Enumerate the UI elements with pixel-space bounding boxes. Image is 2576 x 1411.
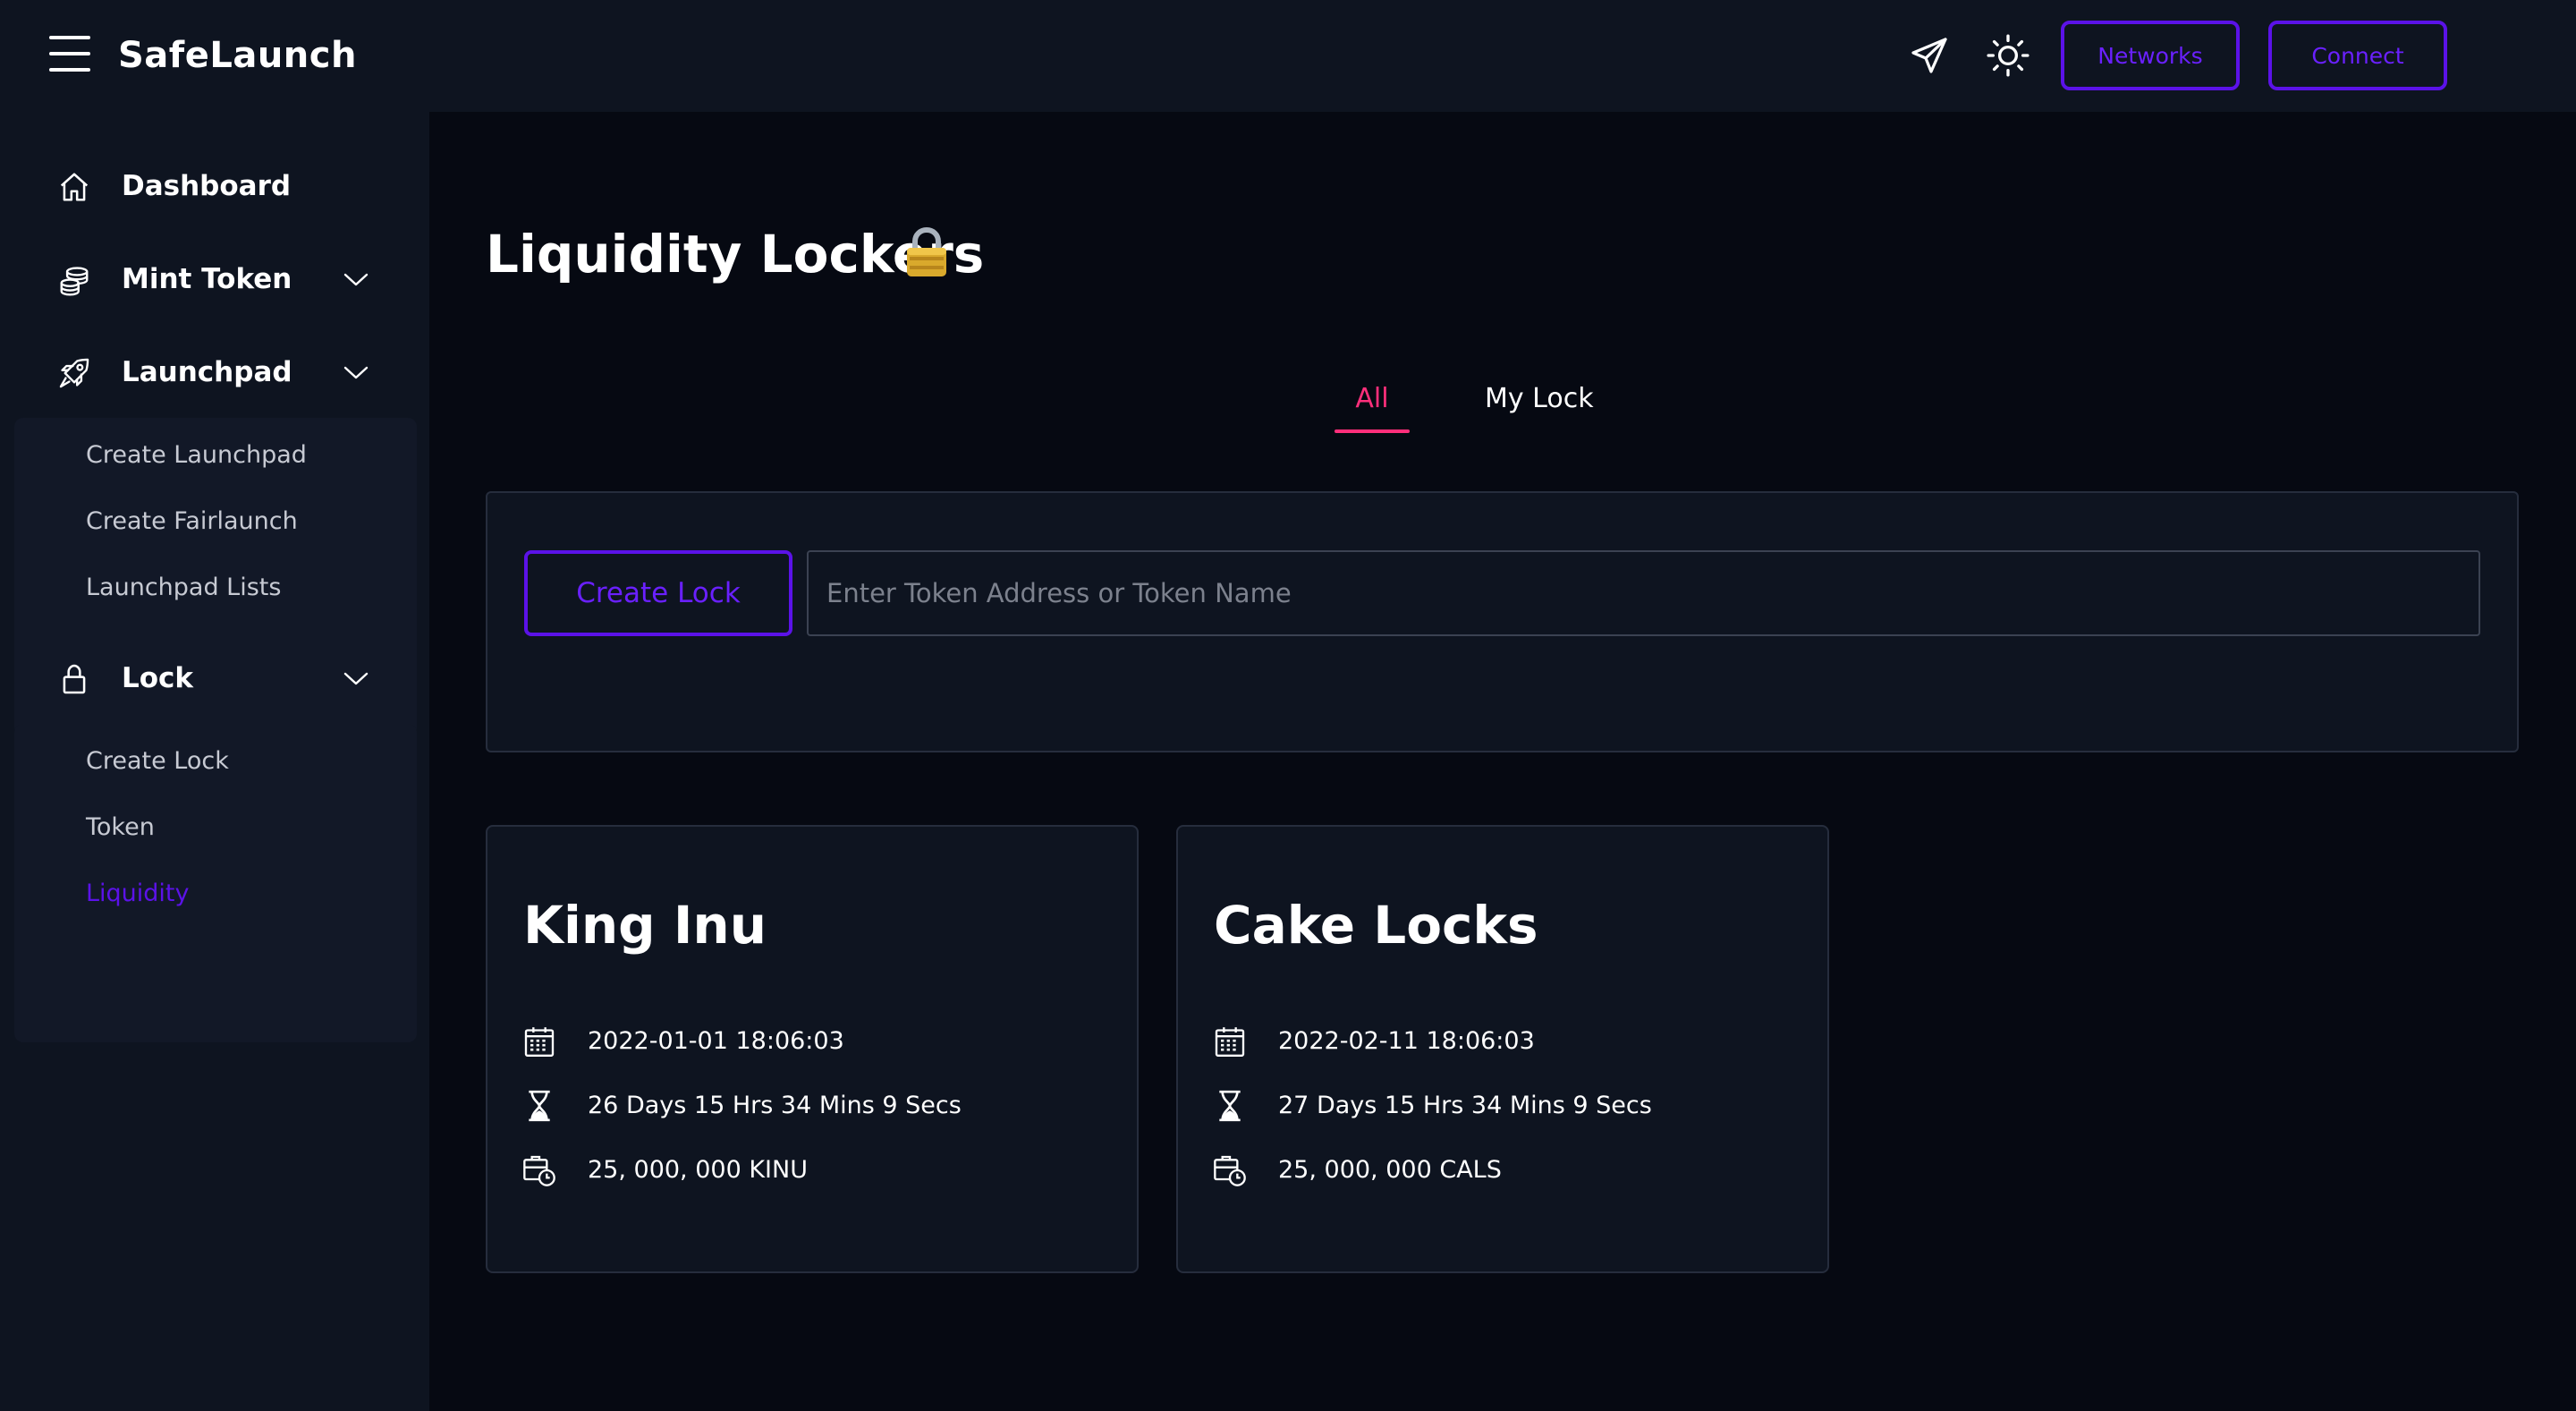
sidebar-item-launchpad[interactable]: Launchpad [0, 341, 429, 404]
sun-icon[interactable] [1986, 33, 2030, 78]
chevron-down-icon[interactable] [342, 269, 370, 289]
lock-amount: 25, 000, 000 CALS [1278, 1156, 1502, 1184]
tab-all[interactable]: All [1335, 379, 1410, 419]
sidebar-item-label: Lock [122, 662, 194, 694]
connect-button[interactable]: Connect [2268, 21, 2447, 90]
sidebar-item-label: Mint Token [122, 263, 292, 295]
calendar-icon [1215, 1027, 1245, 1057]
sidebar-item-dashboard[interactable]: Dashboard [0, 155, 429, 217]
lock-amount-row: 25, 000, 000 KINU [521, 1151, 1094, 1190]
sidebar-item-label: Dashboard [122, 170, 292, 202]
calendar-icon [524, 1027, 555, 1057]
lock-amount: 25, 000, 000 KINU [588, 1156, 808, 1184]
sidebar-subitem-create-lock[interactable]: Create Lock [86, 745, 229, 778]
lock-date: 2022-02-11 18:06:03 [1278, 1027, 1535, 1055]
tab-my-lock[interactable]: My Lock [1485, 379, 1597, 419]
sidebar-subitem-create-fairlaunch[interactable]: Create Fairlaunch [86, 506, 298, 538]
sidebar-item-lock[interactable]: Lock [0, 647, 429, 710]
sidebar-subitem-token[interactable]: Token [86, 812, 155, 844]
lock-remaining-time: 27 Days 15 Hrs 34 Mins 9 Secs [1278, 1092, 1652, 1119]
brand-name: SafeLaunch [118, 35, 357, 76]
lock-card-title: Cake Locks [1214, 895, 1538, 956]
paper-plane-icon[interactable] [1908, 34, 1951, 77]
rocket-icon [59, 358, 89, 388]
sidebar-item-mint-token[interactable]: Mint Token [0, 248, 429, 310]
coins-icon [60, 267, 89, 296]
lock-countdown-row: 26 Days 15 Hrs 34 Mins 9 Secs [521, 1086, 1094, 1126]
hourglass-icon [1219, 1090, 1241, 1122]
chevron-down-icon[interactable] [342, 668, 370, 688]
hourglass-icon [529, 1090, 550, 1122]
chevron-down-icon[interactable] [342, 362, 370, 382]
lock-card-title: King Inu [523, 895, 767, 956]
lock-date: 2022-01-01 18:06:03 [588, 1027, 844, 1055]
token-search-input[interactable] [807, 550, 2480, 636]
lock-date-row: 2022-01-01 18:06:03 [521, 1022, 1094, 1061]
sidebar-subitem-liquidity[interactable]: Liquidity [86, 878, 190, 910]
lock-icon [63, 664, 86, 694]
lock-countdown-row: 27 Days 15 Hrs 34 Mins 9 Secs [1212, 1086, 1784, 1126]
sidebar-subitem-launchpad-lists[interactable]: Launchpad Lists [86, 572, 281, 604]
lock-amount-row: 25, 000, 000 CALS [1212, 1151, 1784, 1190]
sidebar: Dashboard Mint Token Launchpad Create La… [0, 112, 429, 1411]
locked-amount-icon [523, 1155, 555, 1186]
active-tab-indicator [1335, 429, 1410, 433]
locked-amount-icon [1214, 1155, 1246, 1186]
networks-button[interactable]: Networks [2061, 21, 2240, 90]
padlock-emoji-icon [907, 226, 946, 276]
sidebar-subitem-create-launchpad[interactable]: Create Launchpad [86, 439, 307, 472]
lock-remaining-time: 26 Days 15 Hrs 34 Mins 9 Secs [588, 1092, 962, 1119]
hamburger-menu-icon[interactable] [49, 36, 90, 72]
create-lock-button[interactable]: Create Lock [524, 550, 792, 636]
lock-date-row: 2022-02-11 18:06:03 [1212, 1022, 1784, 1061]
top-bar: SafeLaunch Networks Connect [0, 0, 2576, 112]
home-icon [60, 173, 89, 201]
sidebar-item-label: Launchpad [122, 356, 292, 388]
